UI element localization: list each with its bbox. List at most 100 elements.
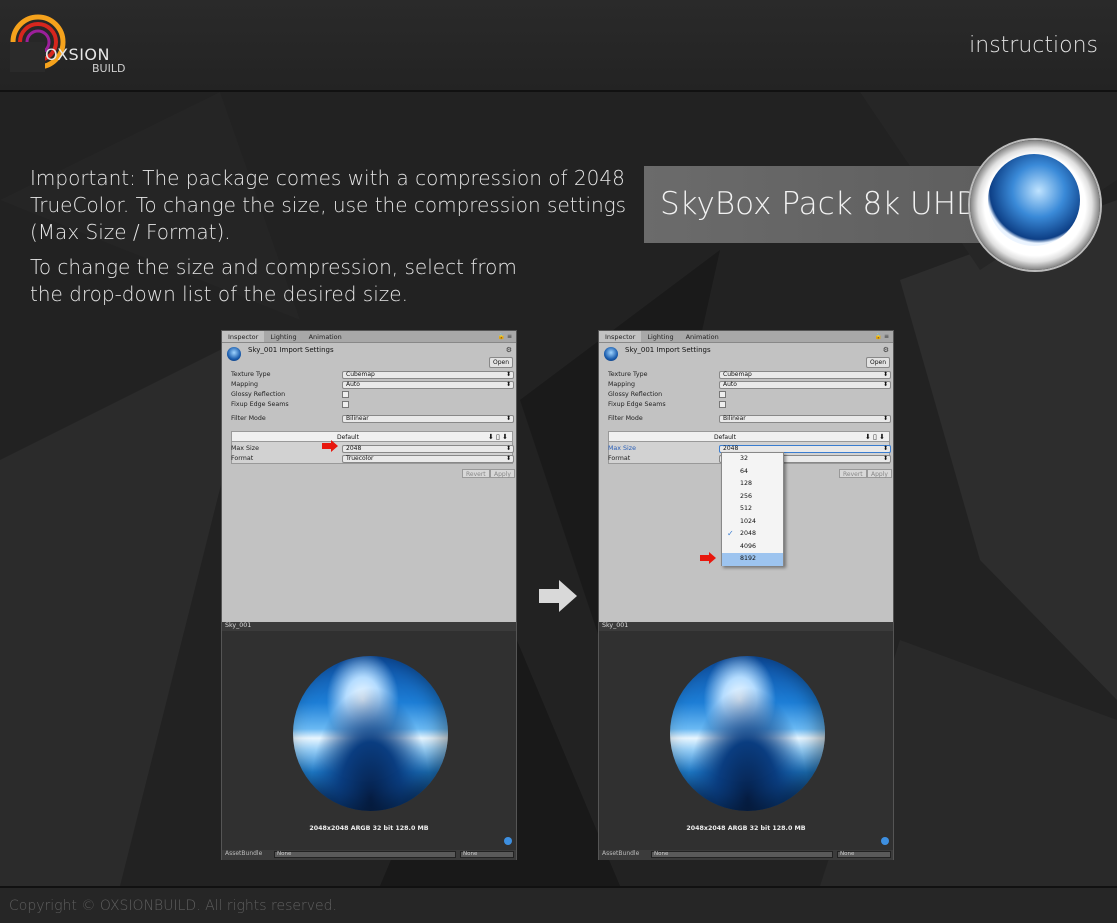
texture-type-label: Texture Type xyxy=(231,371,271,378)
filter-mode-value: Bilinear xyxy=(346,415,369,422)
chevron-down-icon: ⬍ xyxy=(882,371,888,378)
chevron-down-icon: ⬍ xyxy=(505,381,511,388)
assetbundle-value: None xyxy=(654,851,669,857)
platform-icons[interactable]: ⬇ ▯ ⬇ xyxy=(488,433,508,441)
dropdown-option-label: 2048 xyxy=(740,530,757,537)
apply-button[interactable]: Apply xyxy=(490,469,515,478)
background-shards xyxy=(0,92,1117,886)
revert-button[interactable]: Revert xyxy=(839,469,867,478)
format-label: Format xyxy=(608,455,631,462)
brand-banner: SkyBox Pack 8k UHD xyxy=(644,166,1004,243)
dropdown-option[interactable]: 32 xyxy=(722,453,783,466)
tab-lighting[interactable]: Lighting xyxy=(264,331,302,342)
intro-paragraph-1: Important: The package comes with a comp… xyxy=(30,166,627,244)
inspector-panel-after: Inspector Lighting Animation 🔒 ≡ Sky_001… xyxy=(598,330,894,860)
preview-area: 2048x2048 ARGB 32 bit 128.0 MB xyxy=(222,631,516,850)
tab-default-platform[interactable]: Default xyxy=(337,434,359,441)
lock-icon[interactable]: 🔒 ≡ xyxy=(871,331,893,342)
tab-lighting[interactable]: Lighting xyxy=(641,331,679,342)
chevron-down-icon: ⬍ xyxy=(882,415,888,422)
dropdown-option[interactable]: 1024 xyxy=(722,516,783,529)
mapping-select[interactable]: Auto ⬍ xyxy=(342,381,514,389)
texture-type-value: Cubemap xyxy=(346,371,375,378)
mapping-value: Auto xyxy=(723,381,737,388)
platform-tabs: Default ⬇ ▯ ⬇ xyxy=(231,431,513,442)
tab-default-platform[interactable]: Default xyxy=(714,434,736,441)
format-value: Truecolor xyxy=(346,455,374,462)
format-label: Format xyxy=(231,455,254,462)
assetbundle-variant-select[interactable]: None xyxy=(837,851,891,858)
chevron-down-icon: ⬍ xyxy=(505,455,511,462)
intro-text: Important: The package comes with a comp… xyxy=(30,165,630,316)
assetbundle-select[interactable]: None xyxy=(274,851,456,858)
dropdown-option[interactable]: 64 xyxy=(722,466,783,479)
inspector-tabs: Inspector Lighting Animation 🔒 ≡ xyxy=(222,331,516,343)
preview-info: 2048x2048 ARGB 32 bit 128.0 MB xyxy=(309,825,429,832)
assetbundle-variant-select[interactable]: None xyxy=(460,851,514,858)
preview-header: Sky_001 xyxy=(222,622,516,631)
max-size-value: 2048 xyxy=(723,445,739,452)
filter-mode-value: Bilinear xyxy=(723,415,746,422)
mapping-select[interactable]: Auto ⬍ xyxy=(719,381,891,389)
filter-mode-label: Filter Mode xyxy=(608,415,643,422)
dropdown-option-selected[interactable]: ✓ 2048 xyxy=(722,528,783,541)
tab-inspector[interactable]: Inspector xyxy=(599,331,642,342)
glossy-reflection-label: Glossy Reflection xyxy=(231,391,286,398)
fixup-edge-seams-checkbox[interactable] xyxy=(719,401,726,408)
page-title: instructions xyxy=(969,33,1098,58)
assetbundle-variant-value: None xyxy=(840,851,855,857)
assetbundle-variant-value: None xyxy=(463,851,478,857)
platform-icons[interactable]: ⬇ ▯ ⬇ xyxy=(865,433,885,441)
preview-header: Sky_001 xyxy=(599,622,893,631)
dropdown-option[interactable]: 256 xyxy=(722,491,783,504)
checkmark-icon: ✓ xyxy=(727,529,734,538)
header: OXSION BUILD instructions xyxy=(0,0,1117,92)
dropdown-option-highlighted[interactable]: 8192 xyxy=(722,553,783,566)
apply-button[interactable]: Apply xyxy=(867,469,892,478)
preview-info: 2048x2048 ARGB 32 bit 128.0 MB xyxy=(686,825,806,832)
glossy-reflection-checkbox[interactable] xyxy=(342,391,349,398)
red-arrow-icon xyxy=(322,440,338,452)
filter-mode-select[interactable]: Bilinear ⬍ xyxy=(342,415,514,423)
max-size-label: Max Size xyxy=(231,445,259,452)
skybox-preview-sphere xyxy=(293,656,448,811)
assetbundle-label: AssetBundle xyxy=(602,850,640,857)
skybox-sphere-logo-icon xyxy=(970,140,1100,270)
filter-mode-select[interactable]: Bilinear ⬍ xyxy=(719,415,891,423)
dropdown-option[interactable]: 512 xyxy=(722,503,783,516)
preview-name: Sky_001 xyxy=(225,622,252,629)
open-button[interactable]: Open xyxy=(865,357,890,368)
tab-inspector[interactable]: Inspector xyxy=(222,331,265,342)
intro-paragraph-2: To change the size and compression, sele… xyxy=(30,255,517,306)
texture-type-label: Texture Type xyxy=(608,371,648,378)
brand-title: SkyBox Pack 8k UHD xyxy=(660,186,980,222)
max-size-value: 2048 xyxy=(346,445,362,452)
dropdown-option[interactable]: 128 xyxy=(722,478,783,491)
glossy-reflection-checkbox[interactable] xyxy=(719,391,726,398)
import-title: Sky_001 Import Settings xyxy=(248,346,334,354)
tab-animation[interactable]: Animation xyxy=(303,331,348,342)
import-header: Sky_001 Import Settings ⚙ Open xyxy=(599,343,893,371)
gear-icon[interactable]: ⚙ xyxy=(506,346,512,354)
platform-tabs: Default ⬇ ▯ ⬇ xyxy=(608,431,890,442)
dropdown-option[interactable]: 4096 xyxy=(722,541,783,554)
tab-animation[interactable]: Animation xyxy=(680,331,725,342)
fixup-edge-seams-checkbox[interactable] xyxy=(342,401,349,408)
texture-type-select[interactable]: Cubemap ⬍ xyxy=(719,371,891,379)
lock-icon[interactable]: 🔒 ≡ xyxy=(494,331,516,342)
revert-button[interactable]: Revert xyxy=(462,469,490,478)
texture-type-select[interactable]: Cubemap ⬍ xyxy=(342,371,514,379)
glossy-reflection-label: Glossy Reflection xyxy=(608,391,663,398)
chevron-down-icon: ⬍ xyxy=(882,445,888,452)
format-select[interactable]: Truecolor ⬍ xyxy=(342,455,514,463)
gear-icon[interactable]: ⚙ xyxy=(883,346,889,354)
open-button[interactable]: Open xyxy=(488,357,513,368)
mapping-value: Auto xyxy=(346,381,360,388)
next-step-arrow-icon xyxy=(539,580,577,612)
assetbundle-select[interactable]: None xyxy=(651,851,833,858)
max-size-select[interactable]: 2048 ⬍ xyxy=(342,445,514,453)
chevron-down-icon: ⬍ xyxy=(882,455,888,462)
logo-text-secondary: BUILD xyxy=(92,62,126,75)
cubemap-icon xyxy=(604,347,618,361)
fixup-edge-seams-label: Fixup Edge Seams xyxy=(231,401,289,408)
